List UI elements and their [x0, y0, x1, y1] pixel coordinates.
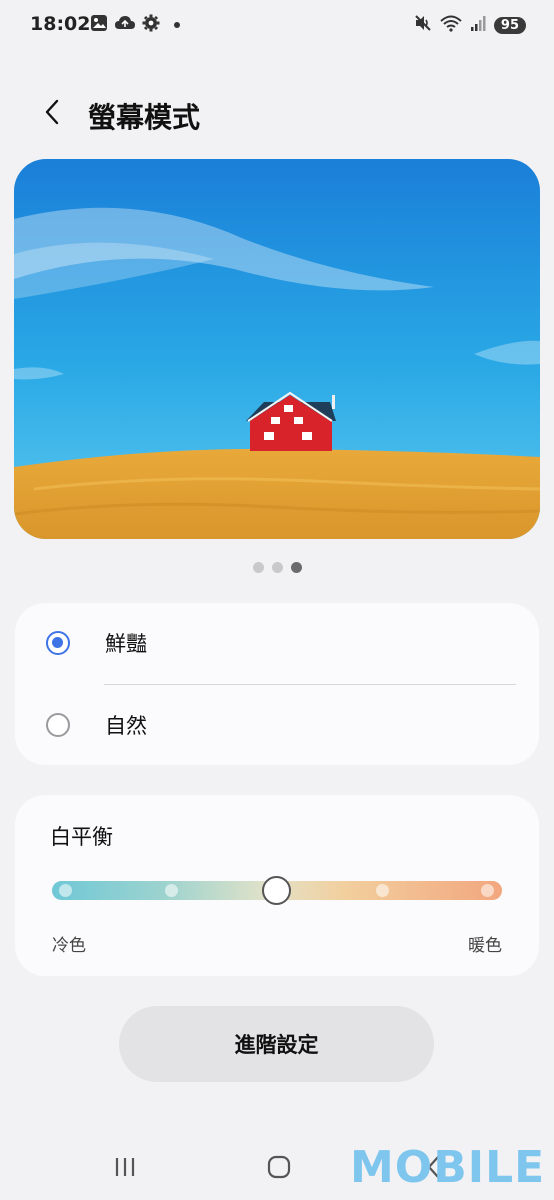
page-dot[interactable]: [271, 562, 283, 573]
app-header: 螢幕模式: [0, 88, 554, 144]
page-dot-active[interactable]: [290, 562, 302, 573]
warm-label: 暖色: [468, 936, 502, 956]
page-title: 螢幕模式: [88, 101, 201, 134]
preview-page-indicator: [0, 562, 554, 573]
slider-step-dot: [376, 884, 389, 897]
vivid-radio-button[interactable]: [46, 631, 70, 655]
white-balance-slider-thumb[interactable]: [262, 876, 291, 905]
landscape-illustration: [14, 159, 540, 539]
signal-icon: [470, 14, 486, 36]
watermark-logo: MOBILE: [350, 1142, 546, 1193]
cool-label: 冷色: [52, 936, 86, 956]
dot-icon: [174, 22, 180, 28]
option-vivid[interactable]: 鮮豔: [15, 603, 539, 683]
status-left-icons: [90, 14, 180, 36]
wifi-icon: [440, 14, 462, 36]
option-natural[interactable]: 自然: [15, 685, 539, 765]
page-dot[interactable]: [252, 562, 264, 573]
vivid-label: 鮮豔: [105, 632, 147, 656]
battery-indicator: 95: [493, 16, 526, 34]
home-icon[interactable]: [266, 1154, 292, 1184]
natural-label: 自然: [105, 714, 147, 738]
status-bar: 18:02 95: [0, 0, 554, 52]
cloud-sync-icon: [114, 14, 136, 36]
slider-step-dot: [481, 884, 494, 897]
white-balance-title: 白平衡: [50, 825, 113, 849]
status-time: 18:02: [30, 13, 91, 35]
slider-step-dot: [165, 884, 178, 897]
status-right-icons: 95: [414, 14, 526, 36]
chevron-left-icon: [42, 98, 62, 130]
gallery-icon: [90, 14, 108, 36]
mute-icon: [414, 14, 432, 36]
advanced-settings-button[interactable]: 進階設定: [119, 1006, 434, 1082]
screen-mode-options-card: 鮮豔 自然: [15, 603, 539, 765]
settings-icon: [142, 14, 160, 36]
white-balance-card: 白平衡 冷色 暖色: [15, 795, 539, 976]
recent-apps-icon[interactable]: [112, 1154, 138, 1184]
back-button[interactable]: [34, 96, 70, 132]
slider-step-dot: [59, 884, 72, 897]
screen-mode-preview-image[interactable]: [14, 159, 540, 539]
natural-radio-button[interactable]: [46, 713, 70, 737]
